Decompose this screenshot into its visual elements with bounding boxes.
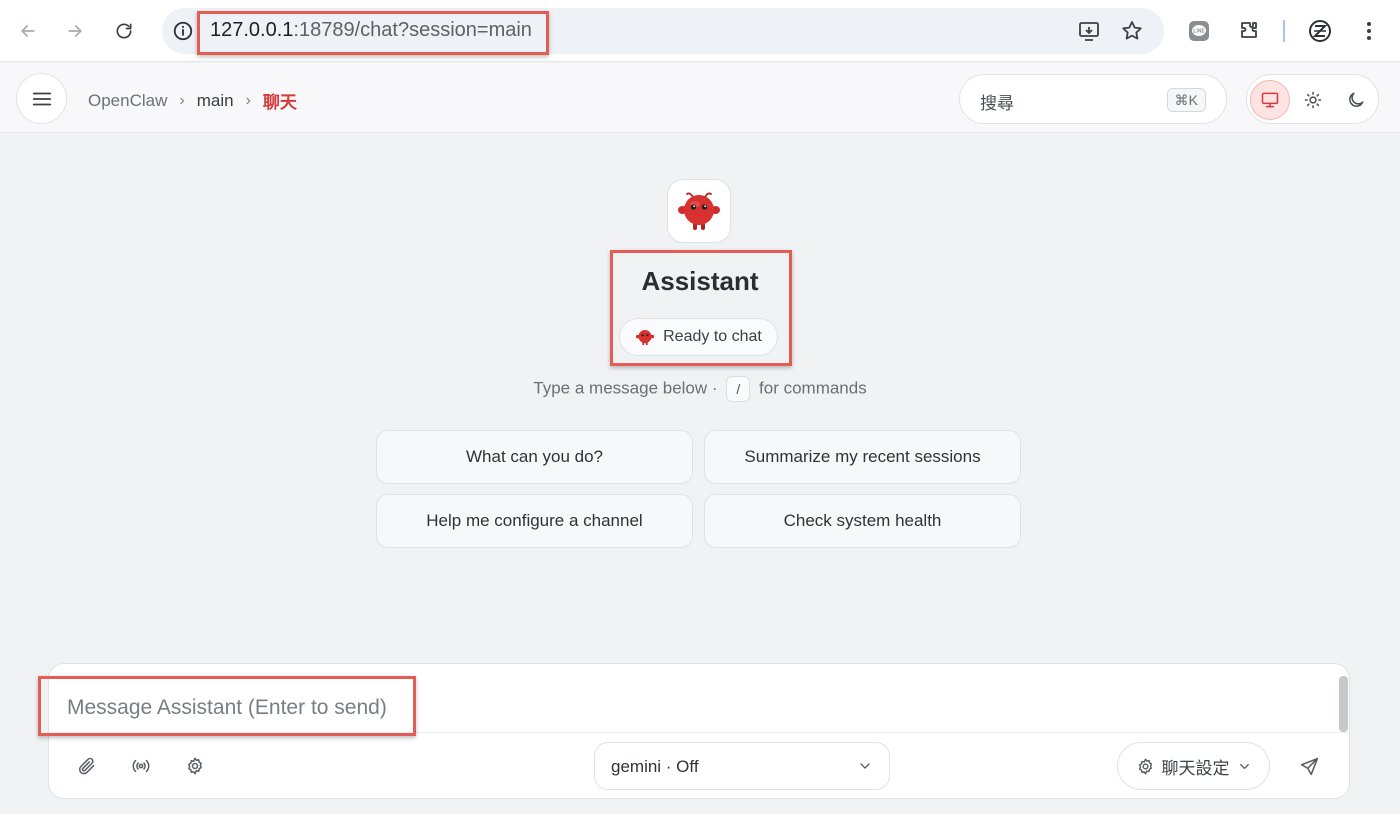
search-button[interactable]: 搜尋 ⌘K: [959, 74, 1227, 124]
forward-icon[interactable]: [57, 13, 93, 49]
hint-suffix: for commands: [759, 378, 867, 398]
model-label: gemini · Off: [611, 757, 699, 776]
hint-prefix: Type a message below ·: [533, 378, 718, 398]
theme-dark-button[interactable]: [1336, 80, 1376, 120]
gear-icon: [1138, 758, 1152, 774]
menu-toggle-button[interactable]: [16, 73, 67, 124]
reload-icon[interactable]: [106, 13, 142, 49]
moon-icon: [1349, 92, 1364, 107]
model-select[interactable]: gemini · Off: [594, 742, 890, 790]
theme-switcher: [1246, 74, 1379, 124]
url-annotation-box: [197, 11, 549, 55]
voice-button[interactable]: [125, 750, 157, 782]
bookmark-star-icon[interactable]: [1120, 19, 1144, 43]
theme-light-button[interactable]: [1293, 80, 1333, 120]
send-icon: [1300, 757, 1318, 775]
svg-text:LINE: LINE: [1193, 29, 1205, 35]
paperclip-icon: [78, 757, 95, 775]
composer-scrollbar[interactable]: [1339, 676, 1348, 732]
theme-system-button[interactable]: [1250, 80, 1290, 120]
composer-divider: [49, 732, 1349, 733]
toolbar-divider: [1283, 20, 1285, 42]
suggestion-button[interactable]: Help me configure a channel: [376, 494, 693, 548]
breadcrumb-separator: ›: [179, 91, 185, 109]
lobster-mascot-icon: [678, 192, 720, 230]
suggestion-button[interactable]: Check system health: [704, 494, 1021, 548]
tools-settings-button[interactable]: [179, 750, 211, 782]
message-input[interactable]: [67, 690, 1317, 726]
breadcrumb-session[interactable]: main: [197, 91, 234, 111]
browser-toolbar: 127.0.0.1:18789/chat?session=main LINE: [0, 0, 1400, 62]
sun-icon: [1304, 91, 1322, 109]
chevron-down-icon: [860, 763, 870, 769]
slash-key-badge: /: [726, 376, 751, 402]
line-extension-icon[interactable]: LINE: [1187, 19, 1211, 43]
gear-icon: [188, 757, 202, 775]
suggestion-button[interactable]: What can you do?: [376, 430, 693, 484]
breadcrumb-separator: ›: [245, 91, 251, 109]
extensions-puzzle-icon[interactable]: [1237, 19, 1261, 43]
message-composer: gemini · Off 聊天設定: [48, 663, 1350, 799]
send-button[interactable]: [1293, 750, 1325, 782]
app-header: OpenClaw › main › 聊天 搜尋 ⌘K: [0, 63, 1400, 133]
suggestion-button[interactable]: Summarize my recent sessions: [704, 430, 1021, 484]
back-icon[interactable]: [10, 13, 46, 49]
assistant-annotation-box: [610, 250, 792, 366]
attach-button[interactable]: [71, 750, 103, 782]
more-menu-icon[interactable]: [1357, 19, 1381, 43]
chevron-down-icon: [1239, 763, 1249, 769]
profile-avatar-icon[interactable]: [1308, 19, 1332, 43]
assistant-avatar: [667, 179, 731, 243]
search-shortcut-badge: ⌘K: [1166, 88, 1206, 112]
monitor-icon: [1261, 92, 1279, 108]
hamburger-icon: [32, 92, 51, 105]
chat-settings-label: 聊天設定: [1161, 758, 1230, 778]
site-info-icon[interactable]: [172, 20, 194, 42]
command-hint: Type a message below · / for commands: [0, 376, 1400, 402]
breadcrumb-current: 聊天: [262, 93, 297, 112]
search-label: 搜尋: [980, 94, 1014, 113]
broadcast-icon: [132, 759, 150, 773]
breadcrumb: OpenClaw › main › 聊天: [88, 88, 297, 113]
install-app-icon[interactable]: [1077, 19, 1101, 43]
breadcrumb-root[interactable]: OpenClaw: [88, 91, 167, 111]
chat-settings-button[interactable]: 聊天設定: [1117, 742, 1270, 790]
